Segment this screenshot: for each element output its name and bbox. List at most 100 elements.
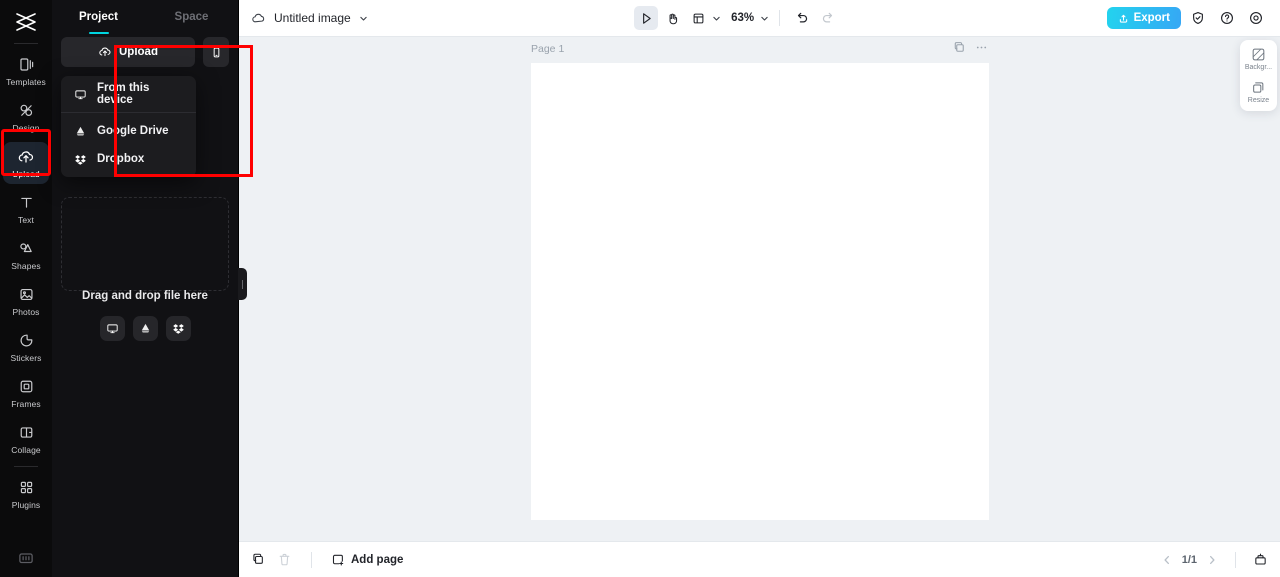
tab-project[interactable]: Project (52, 0, 145, 34)
background-label: Backgr... (1244, 64, 1273, 71)
dropbox-icon (172, 322, 185, 335)
resize-button[interactable]: Resize (1240, 80, 1277, 104)
collapse-panel-handle[interactable] (238, 268, 247, 300)
export-button[interactable]: Export (1106, 7, 1181, 29)
capcut-logo[interactable] (11, 9, 41, 35)
menu-item-from-this-device[interactable]: From this device (61, 80, 196, 108)
rail-divider-2 (14, 466, 38, 467)
sidebar-item-design[interactable]: Design (3, 96, 49, 138)
chevron-right-icon[interactable] (1206, 554, 1218, 566)
sidebar-item-shapes[interactable]: Shapes (3, 234, 49, 276)
add-page-icon (331, 553, 345, 567)
dropzone-google-drive-button[interactable] (132, 316, 158, 341)
hand-pan-tool[interactable] (660, 6, 684, 30)
resize-icon (1251, 80, 1266, 95)
bottom-left-actions: Add page (251, 551, 403, 568)
help-button[interactable] (1215, 6, 1239, 30)
bottom-divider (311, 551, 312, 568)
resize-label: Resize (1247, 97, 1270, 104)
dropzone-dropbox-button[interactable] (165, 316, 191, 341)
fit-frame-tool[interactable] (686, 6, 710, 30)
canvas-workspace[interactable]: Page 1 Backgr... Resize (239, 37, 1280, 541)
chevron-left-icon[interactable] (1161, 554, 1173, 566)
sidebar-label: Stickers (10, 352, 42, 363)
redo-button[interactable] (816, 6, 840, 30)
sidebar-item-text[interactable]: Text (3, 188, 49, 230)
rail-divider (14, 43, 38, 44)
undo-icon (795, 11, 809, 25)
bottom-right-actions: 1/1 (1161, 551, 1268, 568)
sidebar-label: Collage (11, 444, 41, 455)
fit-frame-icon (692, 12, 705, 25)
panel-body: Upload From this device Google Drive Dro… (52, 37, 238, 341)
chevron-down-icon[interactable] (359, 14, 368, 23)
fit-frame-chevron-down-icon[interactable] (712, 14, 721, 23)
bottom-toolbar: Add page 1/1 (239, 541, 1280, 577)
stickers-icon (17, 332, 35, 350)
sidebar-label: Text (18, 214, 34, 225)
page-canvas[interactable] (531, 63, 989, 520)
sidebar-label: Templates (6, 76, 46, 87)
shield-check-button[interactable] (1186, 6, 1210, 30)
design-icon (17, 102, 35, 120)
google-drive-icon (74, 125, 87, 138)
background-icon (1251, 47, 1266, 62)
menu-item-label: Dropbox (97, 153, 145, 165)
select-cursor-icon (640, 12, 653, 25)
keyboard-icon[interactable] (17, 549, 35, 567)
sidebar-item-plugins[interactable]: Plugins (3, 473, 49, 515)
duplicate-icon[interactable] (251, 552, 266, 567)
undo-button[interactable] (790, 6, 814, 30)
upload-source-menu: From this device Google Drive Dropbox (61, 76, 196, 177)
photos-icon (17, 286, 35, 304)
main-area: Untitled image 63% Export Page 1 Backgr.… (239, 0, 1280, 577)
document-title-group[interactable]: Untitled image (251, 11, 368, 26)
sidebar-item-collage[interactable]: Collage (3, 418, 49, 460)
redo-icon (821, 11, 835, 25)
duplicate-page-icon[interactable] (953, 41, 966, 54)
shield-check-icon (1191, 11, 1205, 25)
add-page-label: Add page (351, 553, 404, 566)
sidebar-item-photos[interactable]: Photos (3, 280, 49, 322)
settings-button[interactable] (1244, 6, 1268, 30)
tab-space[interactable]: Space (145, 0, 238, 34)
upload-button-label: Upload (119, 46, 158, 58)
background-button[interactable]: Backgr... (1240, 47, 1277, 71)
text-icon (17, 194, 35, 212)
sidebar-label: Upload (12, 168, 40, 179)
sidebar-label: Shapes (11, 260, 41, 271)
menu-item-label: From this device (97, 82, 150, 106)
dropzone[interactable]: Drag and drop file here (61, 197, 229, 341)
add-page-button[interactable]: Add page (331, 553, 403, 567)
google-drive-icon (139, 322, 152, 335)
more-options-icon[interactable] (975, 41, 988, 54)
menu-item-dropbox[interactable]: Dropbox (61, 145, 196, 173)
sidebar-label: Photos (12, 306, 40, 317)
toolbar-divider (779, 10, 781, 26)
sidebar-item-frames[interactable]: Frames (3, 372, 49, 414)
dropzone-label: Drag and drop file here (82, 290, 208, 302)
upload-button[interactable]: Upload (61, 37, 195, 67)
zoom-chevron-down-icon[interactable] (760, 14, 769, 23)
upload-cloud-icon (98, 45, 112, 59)
page-grid-icon[interactable] (1253, 552, 1268, 567)
dropzone-device-button[interactable] (99, 316, 125, 341)
export-upload-icon (1118, 13, 1129, 24)
menu-divider (61, 112, 196, 113)
export-button-label: Export (1133, 12, 1170, 24)
menu-item-label: Google Drive (97, 125, 169, 137)
sidebar-item-stickers[interactable]: Stickers (3, 326, 49, 368)
left-icon-rail: Templates Design Upload Text Shapes Phot… (0, 0, 52, 577)
page-label: Page 1 (531, 43, 565, 55)
mobile-upload-button[interactable] (203, 37, 229, 67)
sidebar-item-upload[interactable]: Upload (3, 142, 49, 184)
sidebar-item-templates[interactable]: Templates (3, 50, 49, 92)
shapes-icon (17, 240, 35, 258)
monitor-icon (74, 88, 87, 101)
hand-pan-icon (666, 12, 679, 25)
monitor-icon (106, 322, 119, 335)
help-circle-icon (1220, 11, 1234, 25)
select-cursor-tool[interactable] (634, 6, 659, 30)
trash-icon[interactable] (277, 552, 292, 567)
menu-item-google-drive[interactable]: Google Drive (61, 117, 196, 145)
